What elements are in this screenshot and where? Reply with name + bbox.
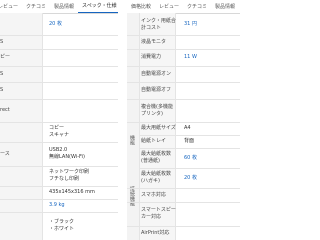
spec-row: 複合機(多機能プリンタ) [127, 99, 240, 123]
spec-label: 最大給紙枚数(普通紙) [141, 151, 172, 164]
color-black: ・ブラック [49, 219, 75, 225]
spec-row: ース USB2.0 無線LAN(Wi-Fi) [0, 142, 118, 167]
spec-label: S [0, 70, 4, 77]
spec-row: インク・用紙合計コスト 31 円 [127, 14, 240, 36]
spec-row: S [0, 82, 118, 100]
spec-value-weight: 3.9 kg [49, 202, 65, 208]
spec-label: AirPrint対応 [141, 229, 170, 236]
function-scanner: スキャナ [49, 132, 70, 138]
tab-spec[interactable]: スペック・仕様 [78, 0, 118, 13]
spec-row: rect [0, 99, 118, 123]
tab-product-info[interactable]: 製品情報 [50, 1, 78, 13]
spec-row: 最大用紙サイズ A4 [139, 122, 240, 136]
spec-row: コピー スキャナ [0, 122, 118, 143]
spec-label: スマートスピーカー対応 [141, 207, 176, 220]
spec-row: 自動電源オフ [127, 82, 240, 100]
spec-label: 自動電源オン [141, 70, 172, 77]
spec-value: 60 枚 [184, 154, 197, 161]
spec-label: インク・用紙合計コスト [141, 17, 176, 31]
spec-label: 複合機(多機能プリンタ) [141, 103, 173, 117]
spec-row: ピー [0, 49, 118, 67]
color-white: ・ホワイト [49, 226, 75, 232]
spec-label: S [0, 87, 4, 93]
spec-value-colors: ・ブラック ・ホワイト [49, 212, 74, 240]
spec-row: スマートスピーカー対応 [127, 202, 240, 227]
spec-row: S [0, 35, 118, 50]
spec-row: AirPrint対応 [127, 226, 240, 240]
right-tab-bar: 価格比較 レビュー クチコミ 製品情報 [127, 0, 240, 14]
spec-label: スマホ対応 [141, 191, 166, 198]
spec-value: A4 [184, 125, 191, 131]
spec-label: 液晶モニタ [141, 38, 167, 45]
spec-label: 消費電力 [141, 54, 162, 60]
spec-row: 消費電力 11 W [127, 49, 240, 67]
spec-row: 20 枚 [0, 14, 118, 36]
spec-row: 自動電源オン [127, 66, 240, 83]
spec-row: 最大給紙枚数(普通紙) 60 枚 [139, 148, 240, 169]
tab-review[interactable]: レビュー [155, 1, 183, 13]
spec-label: rect [0, 107, 10, 113]
spec-label: 給紙トレイ [141, 138, 167, 144]
interface-usb: USB2.0 [49, 147, 68, 153]
spec-value: 11 W [184, 54, 197, 60]
spec-value-functions: コピー スキャナ [49, 122, 69, 142]
spec-label: ース [0, 150, 10, 157]
spec-label: ピー [0, 54, 11, 60]
spec-row: 最大給紙枚数(ハガキ) 20 枚 [127, 168, 240, 189]
spec-row: スマホ対応 [127, 188, 240, 203]
spec-label: 最大給紙枚数(ハガキ) [141, 171, 172, 184]
spec-label [0, 14, 40, 35]
spec-row: 給紙トレイ 背面 [139, 135, 240, 149]
spec-label: S [0, 38, 4, 45]
spec-row: ・ブラック ・ホワイト [0, 212, 118, 240]
spec-label: 自動電源オフ [141, 87, 172, 93]
tab-review[interactable]: レビュー [0, 1, 22, 13]
spec-row: ネットワーク印刷 フチなし印刷 [0, 166, 118, 187]
spec-value-print: ネットワーク印刷 フチなし印刷 [49, 166, 89, 186]
tab-product-info[interactable]: 製品情報 [211, 1, 239, 13]
spec-value: 31 円 [184, 21, 197, 27]
tab-price-compare[interactable]: 価格比較 [127, 1, 155, 13]
spec-value-interface: USB2.0 無線LAN(Wi-Fi) [49, 142, 85, 166]
spec-value: 20 枚 [49, 21, 62, 27]
print-borderless: フチなし印刷 [49, 176, 80, 182]
spec-row: 435x145x316 mm [0, 186, 118, 200]
left-pane: レビュー クチコミ 製品情報 スペック・仕様 20 枚 S ピー S S rec… [0, 0, 118, 240]
spec-value: 背面 [184, 138, 195, 144]
pane-gutter [118, 0, 127, 240]
page: レビュー クチコミ 製品情報 スペック・仕様 20 枚 S ピー S S rec… [0, 0, 240, 240]
interface-wifi: 無線LAN(Wi-Fi) [49, 154, 85, 160]
spec-label [0, 122, 40, 142]
tab-kuchikomi[interactable]: クチコミ [22, 1, 50, 13]
spec-row: 液晶モニタ [127, 35, 240, 50]
spec-label: 最大用紙サイズ [141, 125, 176, 131]
right-pane: 価格比較 レビュー クチコミ 製品情報 機能 接続機能 インク・用紙合計コスト … [127, 0, 240, 240]
print-network: ネットワーク印刷 [49, 169, 90, 175]
function-copy: コピー [49, 125, 65, 131]
spec-row: 3.9 kg [0, 199, 118, 213]
spec-value: 20 枚 [184, 174, 197, 181]
tab-kuchikomi[interactable]: クチコミ [183, 1, 211, 13]
spec-value-size: 435x145x316 mm [49, 189, 95, 195]
spec-label [0, 166, 40, 186]
left-tab-bar: レビュー クチコミ 製品情報 スペック・仕様 [0, 0, 118, 14]
spec-row: S [0, 66, 118, 83]
